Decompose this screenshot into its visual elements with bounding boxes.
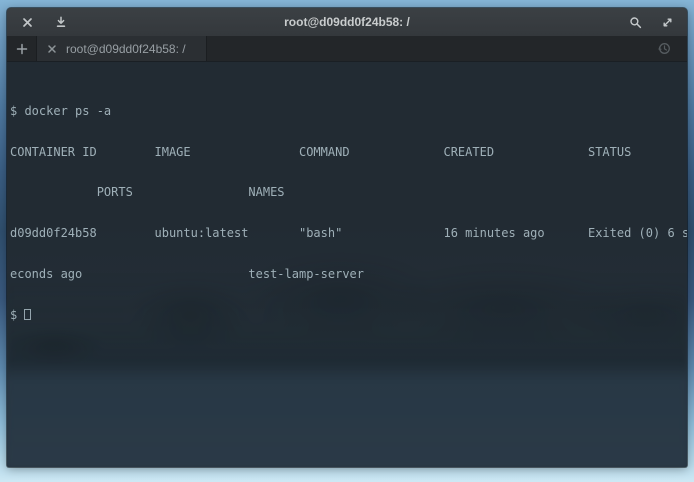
search-button[interactable] (627, 14, 643, 30)
titlebar[interactable]: root@d09dd0f24b58: / (7, 8, 687, 36)
terminal-line: $ docker ps -a (10, 105, 687, 119)
terminal-window: root@d09dd0f24b58: / (7, 8, 687, 467)
tabbar-spacer (207, 36, 647, 61)
history-clock-icon (657, 41, 672, 56)
fullscreen-button[interactable] (659, 14, 675, 30)
new-tab-button[interactable] (7, 36, 37, 61)
close-icon (47, 44, 57, 54)
plus-icon (16, 43, 28, 55)
terminal-line: d09dd0f24b58 ubuntu:latest "bash" 16 min… (10, 227, 687, 241)
close-icon (22, 17, 33, 28)
tab-active[interactable]: root@d09dd0f24b58: / (37, 36, 207, 61)
tab-bar: root@d09dd0f24b58: / (7, 36, 687, 62)
terminal-screen[interactable]: $ docker ps -a CONTAINER ID IMAGE COMMAN… (7, 62, 687, 467)
prompt-line: $ (10, 309, 687, 323)
tab-close-button[interactable] (46, 43, 58, 55)
terminal-cursor (24, 309, 31, 320)
wallpaper-bleed-overlay (7, 62, 687, 467)
desktop-background: root@d09dd0f24b58: / (0, 0, 694, 482)
diagonal-expand-icon (661, 16, 674, 29)
tab-label: root@d09dd0f24b58: / (66, 42, 186, 56)
session-history-button[interactable] (647, 36, 681, 61)
close-button[interactable] (19, 14, 35, 30)
search-icon (629, 16, 642, 29)
terminal-line: PORTS NAMES (10, 186, 687, 200)
arrow-down-to-line-icon (55, 16, 67, 28)
window-title: root@d09dd0f24b58: / (89, 15, 605, 29)
terminal-line: econds ago test-lamp-server (10, 268, 687, 282)
shell-prompt: $ (10, 308, 24, 322)
minimize-button[interactable] (53, 14, 69, 30)
terminal-line: CONTAINER ID IMAGE COMMAND CREATED STATU… (10, 146, 687, 160)
titlebar-left-controls (19, 14, 89, 30)
titlebar-right-controls (605, 14, 675, 30)
